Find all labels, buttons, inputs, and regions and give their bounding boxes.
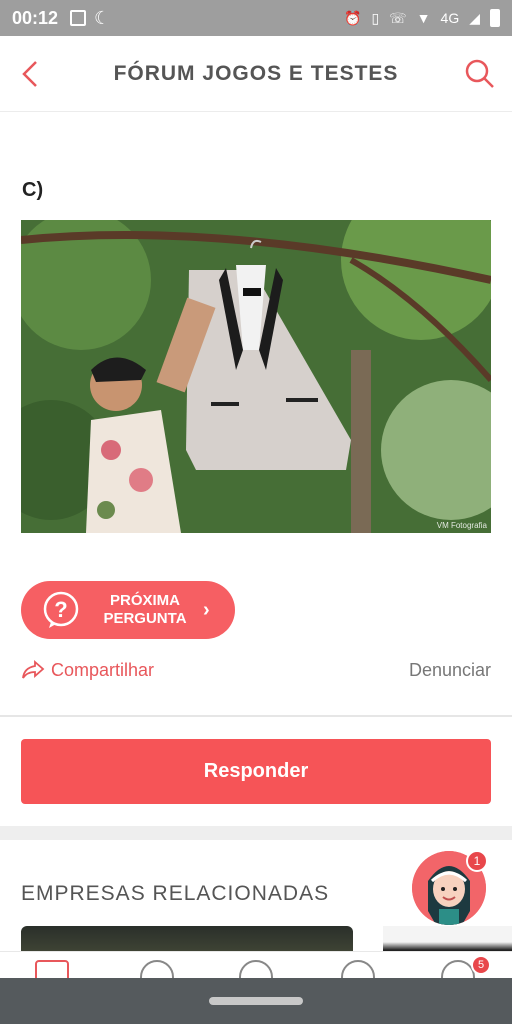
- status-right-icons: ⏰ ▯ ☏ ▼ 4G ◢: [344, 9, 500, 27]
- wifi-icon: ▼: [416, 10, 431, 26]
- signal-icon: ◢: [469, 9, 480, 26]
- next-question-label: PRÓXIMA PERGUNTA: [95, 592, 195, 628]
- nav-messages-badge: 5: [471, 955, 491, 975]
- app-bar: FÓRUM JOGOS E TESTES: [0, 36, 512, 112]
- next-question-button[interactable]: ? PRÓXIMA PERGUNTA ›: [21, 581, 235, 639]
- nav-messages-icon[interactable]: [441, 960, 475, 978]
- page-title: FÓRUM JOGOS E TESTES: [113, 61, 399, 85]
- suit-hanging-photo: [21, 220, 491, 533]
- reply-button[interactable]: Responder: [21, 739, 491, 804]
- question-bubble-icon: ?: [43, 591, 79, 628]
- chevron-right-icon: ›: [203, 598, 210, 621]
- night-mode-icon: ☾: [94, 7, 111, 28]
- related-companies-title: EMPRESAS RELACIONADAS: [21, 882, 330, 905]
- section-separator: [0, 826, 512, 840]
- photo-credit: VM Fotografia: [436, 521, 487, 530]
- status-bar: 00:12 ☾ ⏰ ▯ ☏ ▼ 4G ◢: [0, 0, 512, 36]
- share-label: Compartilhar: [51, 659, 155, 680]
- nav-planner-icon[interactable]: [341, 960, 375, 978]
- bottom-navigation: [0, 951, 512, 978]
- image-notification-icon: [70, 10, 87, 26]
- option-label: C): [22, 179, 44, 201]
- nav-home-icon[interactable]: [35, 960, 69, 978]
- search-icon[interactable]: [464, 58, 496, 90]
- post-photo[interactable]: VM Fotografia: [21, 220, 491, 533]
- svg-text:?: ?: [54, 597, 67, 622]
- status-time: 00:12: [12, 7, 59, 28]
- nav-community-icon[interactable]: [239, 960, 273, 978]
- assistant-badge: 1: [466, 850, 488, 872]
- next-question-line2: PERGUNTA: [103, 610, 187, 627]
- network-type: 4G: [440, 10, 460, 26]
- battery-icon: [490, 9, 500, 27]
- vibrate-icon: ▯: [371, 9, 380, 26]
- nav-search-icon[interactable]: [140, 960, 174, 978]
- divider: [0, 715, 512, 717]
- post-actions: Compartilhar Denunciar: [21, 657, 491, 683]
- alarm-icon: ⏰: [344, 9, 362, 26]
- call-icon: ☏: [389, 9, 407, 26]
- status-left-icons: ☾: [70, 8, 110, 29]
- next-question-line1: PRÓXIMA: [109, 592, 180, 609]
- system-navigation-bar: [0, 978, 512, 1024]
- back-arrow-icon[interactable]: [16, 58, 46, 90]
- home-gesture-pill[interactable]: [209, 997, 303, 1005]
- share-arrow-icon: [22, 660, 45, 679]
- share-link[interactable]: Compartilhar: [21, 660, 154, 681]
- report-link[interactable]: Denunciar: [409, 660, 491, 681]
